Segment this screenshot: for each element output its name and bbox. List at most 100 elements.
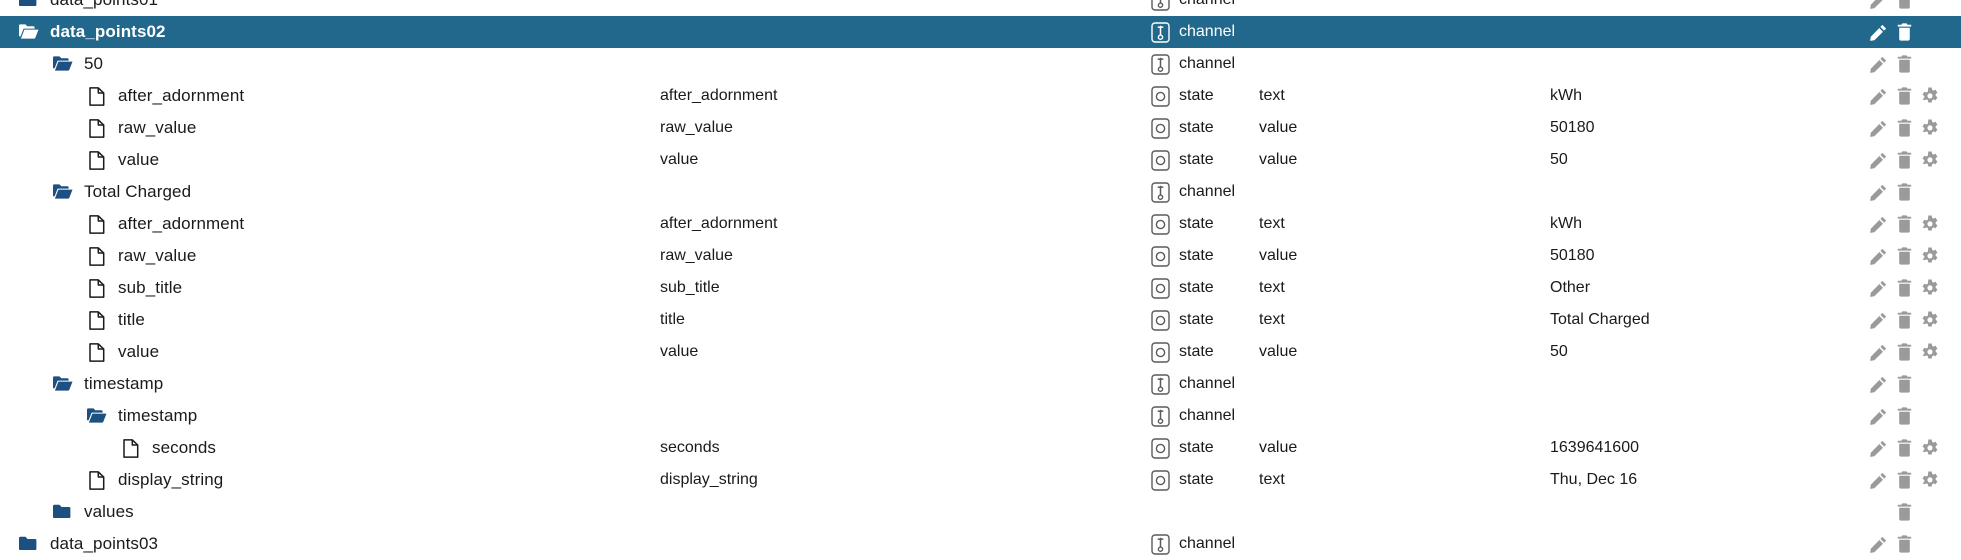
tree-row[interactable]: seconds seconds state value 1639641600 xyxy=(0,432,1961,464)
tree-row-name-cell[interactable]: value xyxy=(0,144,660,176)
file-icon[interactable] xyxy=(86,214,108,234)
edit-button[interactable] xyxy=(1865,373,1891,395)
settings-button[interactable] xyxy=(1917,245,1943,267)
delete-button[interactable] xyxy=(1891,53,1917,75)
tree-row-actions[interactable] xyxy=(1856,528,1961,560)
settings-button[interactable] xyxy=(1917,309,1943,331)
file-icon[interactable] xyxy=(86,342,108,362)
edit-button[interactable] xyxy=(1865,149,1891,171)
tree-row-actions[interactable] xyxy=(1856,336,1961,368)
delete-button[interactable] xyxy=(1891,341,1917,363)
edit-button[interactable] xyxy=(1865,117,1891,139)
tree-row-actions[interactable] xyxy=(1856,48,1961,80)
folder-open-icon[interactable] xyxy=(86,406,108,426)
tree-row-name-cell[interactable]: after_adornment xyxy=(0,80,660,112)
edit-button[interactable] xyxy=(1865,53,1891,75)
tree-row[interactable]: data_points03 channel xyxy=(0,528,1961,560)
tree-row-actions[interactable] xyxy=(1856,304,1961,336)
edit-button[interactable] xyxy=(1865,469,1891,491)
tree-row-name-cell[interactable]: title xyxy=(0,304,660,336)
tree-row-actions[interactable] xyxy=(1856,496,1961,528)
delete-button[interactable] xyxy=(1891,469,1917,491)
delete-button[interactable] xyxy=(1891,309,1917,331)
tree-row-name-cell[interactable]: data_points03 xyxy=(0,528,660,560)
delete-button[interactable] xyxy=(1891,0,1917,11)
folder-open-icon[interactable] xyxy=(18,22,40,42)
tree-row[interactable]: data_points01 channel xyxy=(0,0,1961,16)
tree-row[interactable]: raw_value raw_value state value 50180 xyxy=(0,240,1961,272)
delete-button[interactable] xyxy=(1891,149,1917,171)
tree-row-actions[interactable] xyxy=(1856,16,1961,48)
tree-row-name-cell[interactable]: value xyxy=(0,336,660,368)
tree-row[interactable]: title title state text Total Charged xyxy=(0,304,1961,336)
tree-row-name-cell[interactable]: raw_value xyxy=(0,240,660,272)
folder-closed-icon[interactable] xyxy=(52,502,74,522)
edit-button[interactable] xyxy=(1865,213,1891,235)
tree-row[interactable]: raw_value raw_value state value 50180 xyxy=(0,112,1961,144)
file-icon[interactable] xyxy=(120,438,142,458)
settings-button[interactable] xyxy=(1917,341,1943,363)
file-icon[interactable] xyxy=(86,86,108,106)
tree-row-actions[interactable] xyxy=(1856,368,1961,400)
tree-row[interactable]: Total Charged channel xyxy=(0,176,1961,208)
tree-row-name-cell[interactable]: raw_value xyxy=(0,112,660,144)
tree-row-actions[interactable] xyxy=(1856,464,1961,496)
folder-open-icon[interactable] xyxy=(52,374,74,394)
tree-row[interactable]: display_string display_string state text Thu… xyxy=(0,464,1961,496)
tree-row-name-cell[interactable]: timestamp xyxy=(0,400,660,432)
delete-button[interactable] xyxy=(1891,277,1917,299)
folder-open-icon[interactable] xyxy=(52,54,74,74)
edit-button[interactable] xyxy=(1865,437,1891,459)
settings-button[interactable] xyxy=(1917,117,1943,139)
settings-button[interactable] xyxy=(1917,213,1943,235)
tree-row[interactable]: sub_title sub_title state text Other xyxy=(0,272,1961,304)
tree-row[interactable]: 50 channel xyxy=(0,48,1961,80)
tree-row-actions[interactable] xyxy=(1856,208,1961,240)
folder-closed-icon[interactable] xyxy=(18,534,40,554)
tree-row[interactable]: timestamp channel xyxy=(0,400,1961,432)
settings-button[interactable] xyxy=(1917,437,1943,459)
delete-button[interactable] xyxy=(1891,181,1917,203)
tree-row-actions[interactable] xyxy=(1856,432,1961,464)
settings-button[interactable] xyxy=(1917,277,1943,299)
tree-row[interactable]: value value state value 50 xyxy=(0,336,1961,368)
tree-row[interactable]: data_points02 channel xyxy=(0,16,1961,48)
tree-row-name-cell[interactable]: data_points01 xyxy=(0,0,660,16)
tree-row-name-cell[interactable]: sub_title xyxy=(0,272,660,304)
tree-row-name-cell[interactable]: data_points02 xyxy=(0,16,660,48)
data-point-tree[interactable]: data_points01channeldata_points02channel… xyxy=(0,0,1961,560)
tree-row-name-cell[interactable]: values xyxy=(0,496,660,528)
tree-row-actions[interactable] xyxy=(1856,0,1961,16)
tree-row-actions[interactable] xyxy=(1856,400,1961,432)
file-icon[interactable] xyxy=(86,150,108,170)
file-icon[interactable] xyxy=(86,310,108,330)
edit-button[interactable] xyxy=(1865,21,1891,43)
tree-row-name-cell[interactable]: 50 xyxy=(0,48,660,80)
tree-row-actions[interactable] xyxy=(1856,112,1961,144)
tree-row[interactable]: after_adornment after_adornment state text k… xyxy=(0,80,1961,112)
delete-button[interactable] xyxy=(1891,437,1917,459)
tree-row[interactable]: value value state value 50 xyxy=(0,144,1961,176)
tree-row-name-cell[interactable]: display_string xyxy=(0,464,660,496)
tree-row-name-cell[interactable]: after_adornment xyxy=(0,208,660,240)
file-icon[interactable] xyxy=(86,278,108,298)
settings-button[interactable] xyxy=(1917,149,1943,171)
edit-button[interactable] xyxy=(1865,341,1891,363)
tree-row-name-cell[interactable]: seconds xyxy=(0,432,660,464)
tree-row-name-cell[interactable]: timestamp xyxy=(0,368,660,400)
delete-button[interactable] xyxy=(1891,85,1917,107)
folder-closed-icon[interactable] xyxy=(18,0,40,10)
settings-button[interactable] xyxy=(1917,85,1943,107)
settings-button[interactable] xyxy=(1917,469,1943,491)
tree-row[interactable]: values xyxy=(0,496,1961,528)
delete-button[interactable] xyxy=(1891,373,1917,395)
file-icon[interactable] xyxy=(86,118,108,138)
edit-button[interactable] xyxy=(1865,405,1891,427)
delete-button[interactable] xyxy=(1891,533,1917,555)
tree-row-actions[interactable] xyxy=(1856,144,1961,176)
tree-row-actions[interactable] xyxy=(1856,240,1961,272)
edit-button[interactable] xyxy=(1865,533,1891,555)
edit-button[interactable] xyxy=(1865,309,1891,331)
edit-button[interactable] xyxy=(1865,85,1891,107)
tree-row-actions[interactable] xyxy=(1856,272,1961,304)
